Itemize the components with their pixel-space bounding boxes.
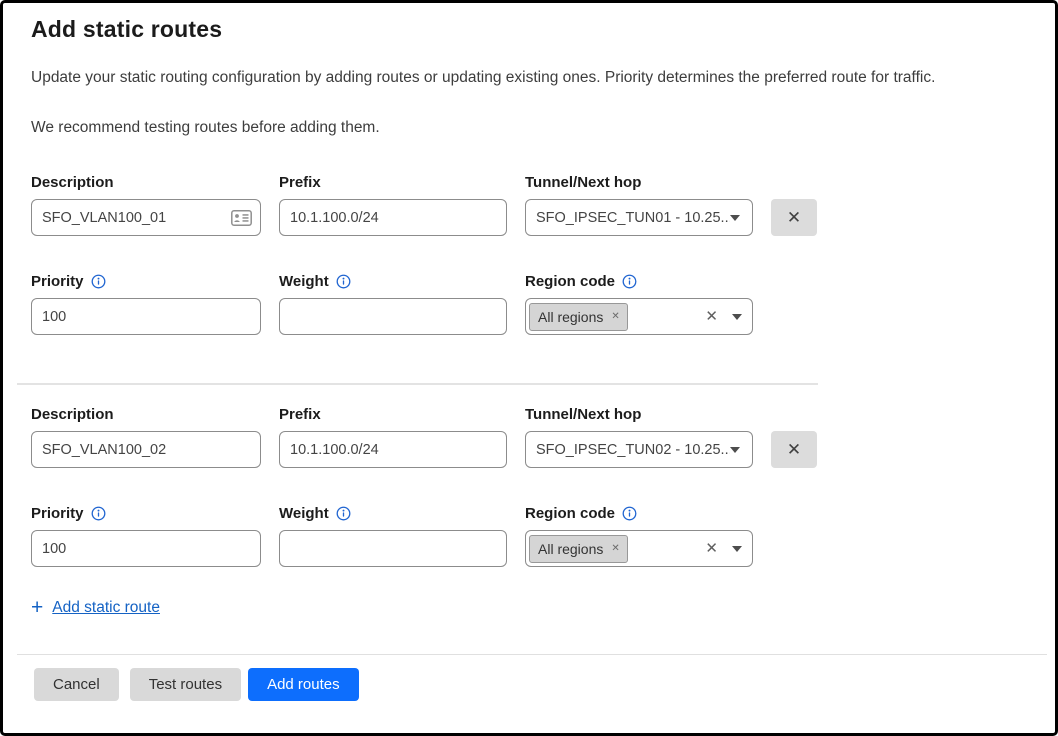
region-code-label: Region code <box>525 273 615 290</box>
clear-selection-icon[interactable]: ✕ <box>705 541 718 556</box>
prefix-input[interactable] <box>279 431 507 468</box>
chevron-down-icon <box>732 546 742 552</box>
priority-input[interactable] <box>31 530 261 567</box>
tunnel-select[interactable]: SFO_IPSEC_TUN01 - 10.25... <box>525 199 753 236</box>
priority-label: Priority <box>31 505 84 522</box>
description-label: Description <box>31 406 261 423</box>
contact-card-icon[interactable] <box>231 210 252 226</box>
tunnel-label: Tunnel/Next hop <box>525 174 753 191</box>
description-input[interactable] <box>31 199 261 236</box>
remove-tag-icon[interactable]: ✕ <box>611 544 619 554</box>
add-routes-button[interactable]: Add routes <box>248 668 359 701</box>
info-icon[interactable] <box>622 274 637 289</box>
remove-route-button[interactable]: ✕ <box>771 199 817 236</box>
route-divider <box>17 383 818 385</box>
region-code-multiselect[interactable]: All regions ✕ ✕ <box>525 530 753 567</box>
cancel-button[interactable]: Cancel <box>34 668 119 701</box>
chevron-down-icon <box>730 215 740 221</box>
footer-divider <box>17 654 1047 655</box>
priority-label: Priority <box>31 273 84 290</box>
prefix-label: Prefix <box>279 174 507 191</box>
intro-text: Update your static routing configuration… <box>31 68 1027 88</box>
remove-route-button[interactable]: ✕ <box>771 431 817 468</box>
clear-selection-icon[interactable]: ✕ <box>705 309 718 324</box>
tunnel-label: Tunnel/Next hop <box>525 406 753 423</box>
info-icon[interactable] <box>336 274 351 289</box>
region-code-multiselect[interactable]: All regions ✕ ✕ <box>525 298 753 335</box>
weight-input[interactable] <box>279 530 507 567</box>
info-icon[interactable] <box>622 506 637 521</box>
route-block-1: Description <box>31 174 1055 335</box>
description-label: Description <box>31 174 261 191</box>
tunnel-selected-value: SFO_IPSEC_TUN01 - 10.25... <box>536 210 730 226</box>
region-code-label: Region code <box>525 505 615 522</box>
chevron-down-icon <box>730 447 740 453</box>
plus-icon: + <box>31 597 43 618</box>
page-title: Add static routes <box>31 16 1027 43</box>
weight-label: Weight <box>279 505 329 522</box>
priority-input[interactable] <box>31 298 261 335</box>
remove-tag-icon[interactable]: ✕ <box>611 312 619 322</box>
add-static-routes-dialog: Add static routes Update your static rou… <box>0 0 1058 736</box>
region-tag-label: All regions <box>538 309 603 325</box>
region-tag: All regions ✕ <box>529 303 628 331</box>
region-tag: All regions ✕ <box>529 535 628 563</box>
info-icon[interactable] <box>91 506 106 521</box>
tunnel-select[interactable]: SFO_IPSEC_TUN02 - 10.25... <box>525 431 753 468</box>
weight-label: Weight <box>279 273 329 290</box>
prefix-label: Prefix <box>279 406 507 423</box>
region-tag-label: All regions <box>538 541 603 557</box>
note-text: We recommend testing routes before addin… <box>31 118 1027 138</box>
info-icon[interactable] <box>336 506 351 521</box>
prefix-input[interactable] <box>279 199 507 236</box>
chevron-down-icon <box>732 314 742 320</box>
route-block-2: Description Prefix Tunnel/Next hop SFO_I… <box>31 406 1055 567</box>
info-icon[interactable] <box>91 274 106 289</box>
weight-input[interactable] <box>279 298 507 335</box>
footer-actions: Cancel Test routes Add routes <box>34 668 1055 701</box>
tunnel-selected-value: SFO_IPSEC_TUN02 - 10.25... <box>536 442 730 458</box>
description-input[interactable] <box>31 431 261 468</box>
add-static-route-link[interactable]: Add static route <box>52 599 160 617</box>
test-routes-button[interactable]: Test routes <box>130 668 241 701</box>
